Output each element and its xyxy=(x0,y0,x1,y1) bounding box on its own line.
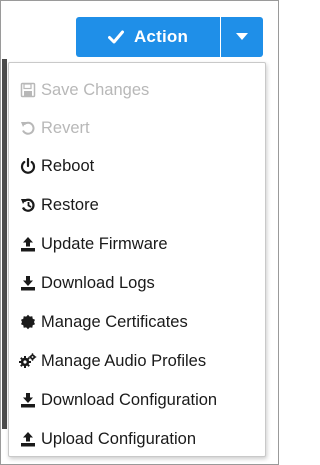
menu-item-reboot[interactable]: Reboot xyxy=(19,151,263,181)
action-button-label: Action xyxy=(133,27,189,46)
menu-item-download-configuration[interactable]: Download Configuration xyxy=(19,385,263,415)
menu-item-label: Download Configuration xyxy=(41,390,218,409)
menu-item-manage-audio-profiles[interactable]: Manage Audio Profiles xyxy=(19,346,263,376)
menu-item-label: Manage Audio Profiles xyxy=(41,351,207,370)
certificate-icon xyxy=(19,313,37,331)
action-dropdown-toggle[interactable] xyxy=(221,17,263,57)
menu-item-revert[interactable]: Revert xyxy=(19,113,263,143)
upload-icon xyxy=(19,235,37,253)
menu-item-label: Upload Configuration xyxy=(41,429,197,448)
menu-item-update-firmware[interactable]: Update Firmware xyxy=(19,229,263,259)
menu-item-manage-certificates[interactable]: Manage Certificates xyxy=(19,307,263,337)
power-icon xyxy=(19,157,37,175)
action-button[interactable]: Action xyxy=(76,17,220,57)
action-button-group: Action xyxy=(76,17,263,57)
menu-item-save-changes[interactable]: Save Changes xyxy=(19,75,263,105)
caret-down-icon xyxy=(236,33,248,41)
floppy-disk-icon xyxy=(19,81,37,99)
download-icon xyxy=(19,391,37,409)
menu-item-label: Manage Certificates xyxy=(41,312,188,331)
gears-icon xyxy=(19,352,37,370)
menu-item-restore[interactable]: Restore xyxy=(19,190,263,220)
menu-item-label: Reboot xyxy=(41,156,95,175)
menu-item-label: Download Logs xyxy=(41,273,155,292)
undo-icon xyxy=(19,119,37,137)
menu-item-download-logs[interactable]: Download Logs xyxy=(19,268,263,298)
download-icon xyxy=(19,274,37,292)
checkmark-icon xyxy=(107,30,124,44)
menu-item-label: Save Changes xyxy=(41,80,150,99)
restore-icon xyxy=(19,196,37,214)
menu-item-label: Revert xyxy=(41,118,90,137)
menu-item-label: Restore xyxy=(41,195,99,214)
window-frame: Action Save Changes Revert Reboot Restor… xyxy=(0,0,279,465)
menu-item-label: Update Firmware xyxy=(41,234,168,253)
menu-item-upload-configuration[interactable]: Upload Configuration xyxy=(19,424,263,454)
upload-icon xyxy=(19,430,37,448)
background-edge xyxy=(2,59,7,429)
action-menu: Save Changes Revert Reboot Restore Updat… xyxy=(8,62,266,457)
